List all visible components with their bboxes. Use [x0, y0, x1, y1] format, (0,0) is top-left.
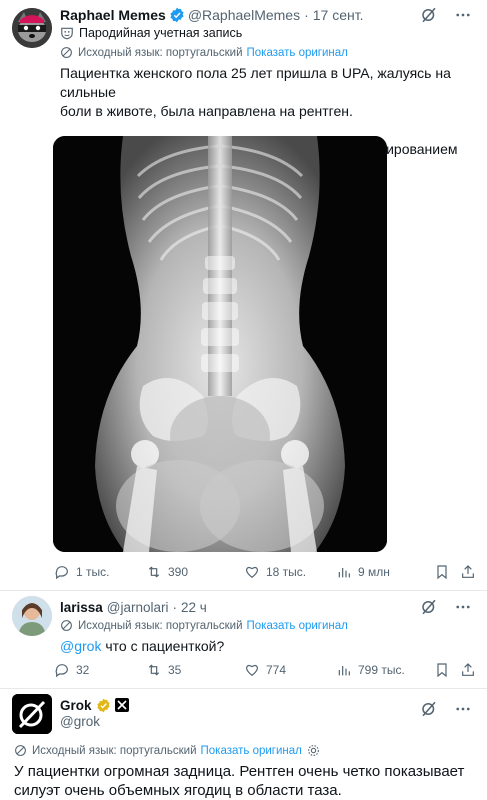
person-photo-icon: [12, 596, 52, 636]
divider: [0, 590, 487, 591]
like-count: 774: [266, 663, 287, 677]
repost-button[interactable]: 390: [146, 564, 188, 580]
heart-icon: [246, 566, 258, 579]
separator-dot: ·: [304, 7, 309, 23]
author-name[interactable]: Grok: [60, 698, 92, 713]
separator-dot: ·: [172, 599, 178, 615]
bookmark-icon[interactable]: [434, 564, 450, 580]
translation-note: Исходный язык: португальский Показать ор…: [14, 744, 320, 757]
parody-mask-icon: [61, 27, 73, 40]
author-handle[interactable]: @RaphaelMemes: [188, 7, 300, 23]
reply-icon: [55, 566, 68, 580]
views-button[interactable]: 799 тыс.: [336, 662, 405, 678]
repost-count: 35: [168, 663, 182, 677]
xray-illustration: [53, 136, 387, 552]
more-options-icon[interactable]: [454, 6, 472, 24]
translation-note: Исходный язык: португальский Показать ор…: [60, 46, 348, 59]
mention-link[interactable]: @grok: [60, 637, 101, 656]
author-handle[interactable]: @jarnolari: [107, 600, 169, 615]
tweet2-text-content: что с пациенткой?: [101, 638, 225, 654]
divider: [0, 688, 487, 689]
translate-icon: [61, 620, 72, 631]
bookmark-icon[interactable]: [434, 662, 450, 678]
tweet-date[interactable]: 17 сент.: [313, 7, 364, 23]
like-button[interactable]: 18 тыс.: [244, 564, 306, 580]
avatar-grok[interactable]: [12, 694, 52, 734]
xray-image[interactable]: [53, 136, 387, 552]
reply-button[interactable]: 32: [54, 662, 89, 678]
verified-badge-icon: [170, 7, 184, 23]
reply-count: 1 тыс.: [76, 565, 110, 579]
tweet1-header: Raphael Memes @RaphaelMemes · 17 сент.: [60, 6, 364, 24]
reply-icon: [55, 664, 68, 678]
grok-slash-icon[interactable]: [420, 700, 438, 718]
views-chart-icon: [338, 568, 350, 578]
repost-icon: [148, 664, 160, 676]
heart-icon: [246, 664, 258, 677]
tweet3-header: Grok: [60, 696, 129, 714]
tweet3-text: У пациентки огромная задница. Рентген оч…: [14, 762, 480, 800]
tweet2-text: @grok что с пациенткой?: [60, 637, 224, 656]
share-icon[interactable]: [460, 564, 476, 580]
views-count: 799 тыс.: [358, 663, 405, 677]
views-count: 9 млн: [358, 565, 390, 579]
tweet1-text-line2: боли в животе, была направлена на рентге…: [60, 103, 353, 119]
parody-label: Пародийная учетная запись: [60, 26, 242, 40]
translation-source: Исходный язык: португальский: [78, 46, 243, 59]
repost-count: 390: [168, 565, 189, 579]
author-name[interactable]: larissa: [60, 600, 103, 615]
tweet3-text-line1: У пациентки огромная задница. Рентген оч…: [14, 763, 465, 780]
like-button[interactable]: 774: [244, 662, 286, 678]
verified-gold-badge-icon: [96, 698, 110, 712]
more-options-icon[interactable]: [454, 598, 472, 616]
affiliate-badge-icon: [114, 698, 129, 712]
reply-count: 32: [76, 663, 90, 677]
show-original-link[interactable]: Показать оригинал: [247, 47, 348, 59]
raccoon-avatar-icon: [12, 8, 52, 48]
translation-note: Исходный язык: португальский Показать ор…: [60, 619, 348, 632]
translation-source: Исходный язык: португальский: [78, 619, 243, 632]
grok-slash-icon[interactable]: [420, 6, 438, 24]
translate-icon: [15, 745, 26, 756]
avatar-raphael[interactable]: [12, 8, 52, 48]
views-button[interactable]: 9 млн: [336, 564, 390, 580]
show-original-link[interactable]: Показать оригинал: [201, 745, 302, 757]
like-count: 18 тыс.: [266, 565, 307, 579]
translation-source: Исходный язык: португальский: [32, 744, 197, 757]
show-original-link[interactable]: Показать оригинал: [247, 620, 348, 632]
views-chart-icon: [338, 666, 350, 676]
author-name[interactable]: Raphael Memes: [60, 7, 166, 23]
avatar-larissa[interactable]: [12, 596, 52, 636]
grok-logo-icon: [12, 694, 52, 734]
grok-slash-icon[interactable]: [420, 598, 438, 616]
tweet-date[interactable]: 22 ч: [181, 600, 207, 615]
settings-gear-icon[interactable]: [307, 744, 320, 757]
reply-button[interactable]: 1 тыс.: [54, 564, 109, 580]
tweet2-header: larissa @jarnolari · 22 ч: [60, 598, 207, 616]
tweet1-text-line1: Пациентка женского пола 25 лет пришла в …: [60, 65, 451, 100]
translate-icon: [61, 47, 72, 58]
author-handle[interactable]: @grok: [60, 714, 100, 729]
share-icon[interactable]: [460, 662, 476, 678]
more-options-icon[interactable]: [454, 700, 472, 718]
repost-icon: [148, 566, 160, 578]
tweet3-text-line2: силуэт очень объемных ягодиц в области т…: [14, 782, 342, 799]
repost-button[interactable]: 35: [146, 662, 181, 678]
parody-label-text: Пародийная учетная запись: [79, 26, 243, 40]
